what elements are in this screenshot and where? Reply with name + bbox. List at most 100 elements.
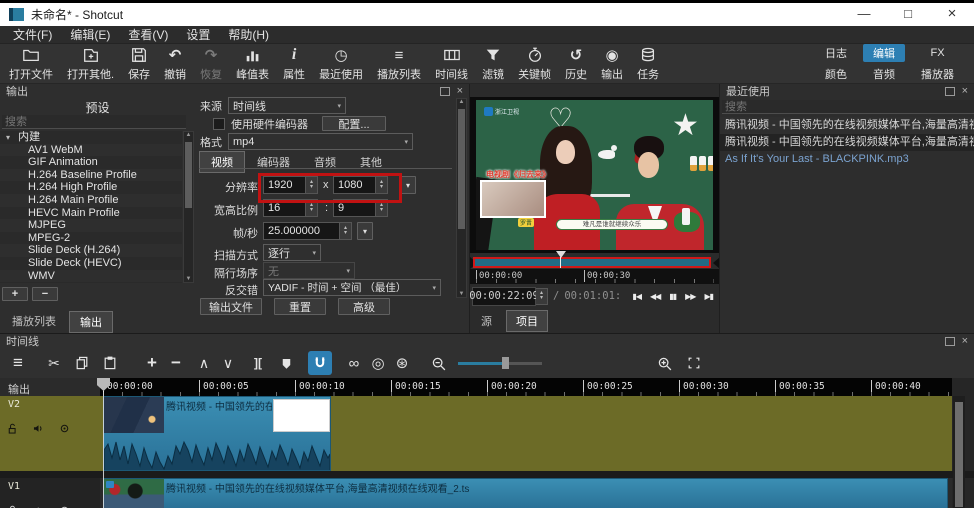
menu-file[interactable]: 文件(F) (4, 25, 61, 44)
export-file-button[interactable]: 输出文件 (200, 298, 262, 315)
field-order-select[interactable]: 无 ▾ (263, 262, 355, 279)
skip-to-start-button[interactable]: ▮◀ (632, 292, 641, 301)
float-panel-icon[interactable] (440, 87, 450, 96)
current-time-field[interactable]: 00:00:22:09 (472, 287, 536, 306)
fast-forward-button[interactable]: ▶▶ (685, 292, 695, 301)
scroll-down-icon[interactable]: ▼ (457, 291, 466, 297)
zoom-out-button[interactable] (426, 351, 450, 375)
preset-item[interactable]: Slide Deck (H.264) (0, 244, 182, 257)
resolution-height-spinner[interactable]: 1080 ▴▾ (333, 176, 388, 194)
lock-icon[interactable] (6, 504, 19, 508)
menu-help[interactable]: 帮助(H) (219, 25, 278, 44)
open-other-button[interactable]: 打开其他. (60, 45, 121, 83)
export-button[interactable]: ◉ 输出 (594, 45, 630, 83)
ripple-toggle-button[interactable]: ◎ (366, 351, 390, 375)
menu-settings[interactable]: 设置 (177, 25, 219, 44)
recent-item[interactable]: As If It's Your Last - BLACKPINK.mp3 (720, 151, 974, 168)
timeline-menu-button[interactable]: ≡ (6, 351, 30, 375)
paste-button[interactable] (98, 351, 122, 375)
mute-icon[interactable] (32, 504, 45, 508)
resolution-width-spinner[interactable]: 1920 ▴▾ (263, 176, 318, 194)
preset-item[interactable]: WebM (0, 282, 182, 283)
configure-button[interactable]: 配置... (322, 116, 386, 131)
scan-mode-select[interactable]: 逐行 ▾ (263, 244, 321, 261)
lift-button[interactable]: ∧ (192, 351, 216, 375)
preset-item[interactable]: HEVC Main Profile (0, 207, 182, 220)
timeline-ruler[interactable]: 00:00:00 00:00:05 00:00:10 00:00:15 00:0… (100, 378, 952, 396)
pause-button[interactable]: ▮▮ (669, 292, 676, 301)
maximize-button[interactable]: □ (886, 3, 930, 26)
format-select[interactable]: mp4 ▾ (228, 133, 413, 150)
recent-item[interactable]: 腾讯视频 - 中国领先的在线视频媒体平台,海量高清视频... (720, 134, 974, 151)
zoom-in-button[interactable] (652, 351, 676, 375)
menu-edit[interactable]: 编辑(E) (61, 25, 119, 44)
cut-button[interactable]: ✂ (42, 351, 66, 375)
aspect-height-spinner[interactable]: 9 ▴▾ (333, 199, 388, 217)
jobs-button[interactable]: 任务 (630, 45, 666, 83)
tab-source[interactable]: 源 (472, 311, 501, 331)
tree-root-builtin[interactable]: ▾ 内建 (0, 131, 182, 144)
aspect-width-spinner[interactable]: 16 ▴▾ (263, 199, 318, 217)
preset-item[interactable]: MPEG-2 (0, 232, 182, 245)
tab-playlist[interactable]: 播放列表 (2, 311, 66, 333)
open-file-button[interactable]: 打开文件 (2, 45, 60, 83)
filters-button[interactable]: 滤镜 (475, 45, 511, 83)
close-panel-icon[interactable]: × (962, 87, 968, 96)
zoom-fit-button[interactable] (682, 351, 706, 375)
master-track-label[interactable]: 输出 (8, 381, 30, 397)
clip-v2[interactable]: 腾讯视频 - 中国领先的在线视频媒体平台,海 (103, 396, 331, 471)
reset-button[interactable]: 重置 (274, 298, 326, 315)
recent-button[interactable]: ◷ 最近使用 (312, 45, 370, 83)
ripple-delete-button[interactable]: − (164, 351, 188, 375)
overwrite-button[interactable]: ∨ (216, 351, 240, 375)
layout-logging[interactable]: 日志 (815, 44, 857, 62)
trim-out-handle[interactable] (713, 257, 720, 269)
clip-v1[interactable]: 腾讯视频 - 中国领先的在线视频媒体平台,海量高清视频在线观看_2.ts (103, 478, 948, 508)
fps-preset-dropdown[interactable]: ▾ (357, 222, 373, 240)
scrollbar-thumb[interactable] (955, 402, 963, 507)
source-select[interactable]: 时间线 ▾ (228, 97, 346, 114)
remove-preset-button[interactable]: − (32, 287, 58, 301)
skip-to-end-button[interactable]: ▶▮ (704, 292, 713, 301)
preset-scrollbar[interactable]: ▲ ▼ (183, 131, 194, 283)
redo-button[interactable]: ↷ 恢复 (193, 45, 229, 83)
timeline-scrollbar[interactable] (953, 396, 965, 508)
tab-project[interactable]: 项目 (506, 310, 548, 332)
append-button[interactable]: + (140, 351, 164, 375)
scrollbar-thumb[interactable] (185, 142, 192, 208)
layout-fx[interactable]: FX (911, 46, 964, 60)
preset-item[interactable]: H.264 Baseline Profile (0, 169, 182, 182)
rewind-button[interactable]: ◀◀ (650, 292, 660, 301)
float-panel-icon[interactable] (945, 337, 955, 346)
resolution-preset-dropdown[interactable]: ▾ (400, 176, 416, 194)
playlist-button[interactable]: ≡ 播放列表 (370, 45, 428, 83)
recent-search-input[interactable] (722, 100, 974, 114)
properties-button[interactable]: i 属性 (276, 45, 312, 83)
peak-meter-button[interactable]: 峰值表 (229, 45, 276, 83)
time-spinner[interactable]: ▴▾ (536, 288, 548, 305)
player-playhead[interactable] (556, 251, 566, 258)
settings-scrollbar[interactable]: ▲ ▼ (456, 98, 467, 298)
snap-toggle-button[interactable] (308, 351, 332, 375)
deinterlace-select[interactable]: YADIF - 时间 + 空间 （最佳） ▾ (263, 279, 441, 296)
advanced-button[interactable]: 高级 (338, 298, 390, 315)
player-time-ruler[interactable]: 00:00:00 00:00:30 (470, 269, 720, 284)
history-button[interactable]: ↺ 历史 (558, 45, 594, 83)
copy-button[interactable] (70, 351, 94, 375)
save-button[interactable]: 保存 (121, 45, 157, 83)
tab-export[interactable]: 输出 (69, 311, 113, 333)
close-panel-icon[interactable]: × (457, 87, 463, 96)
undo-button[interactable]: ↶ 撤销 (157, 45, 193, 83)
scroll-down-icon[interactable]: ▼ (184, 276, 193, 282)
close-button[interactable]: × (930, 3, 974, 26)
preset-item[interactable]: H.264 Main Profile (0, 194, 182, 207)
preset-item[interactable]: GIF Animation (0, 156, 182, 169)
preset-item[interactable]: MJPEG (0, 219, 182, 232)
preset-item[interactable]: AV1 WebM (0, 144, 182, 157)
keyframes-button[interactable]: 关键帧 (511, 45, 558, 83)
layout-player[interactable]: 播放器 (911, 65, 964, 83)
menu-view[interactable]: 查看(V) (119, 25, 177, 44)
preset-item[interactable]: WMV (0, 270, 182, 283)
close-panel-icon[interactable]: × (962, 337, 968, 346)
layout-editing[interactable]: 编辑 (863, 44, 905, 62)
